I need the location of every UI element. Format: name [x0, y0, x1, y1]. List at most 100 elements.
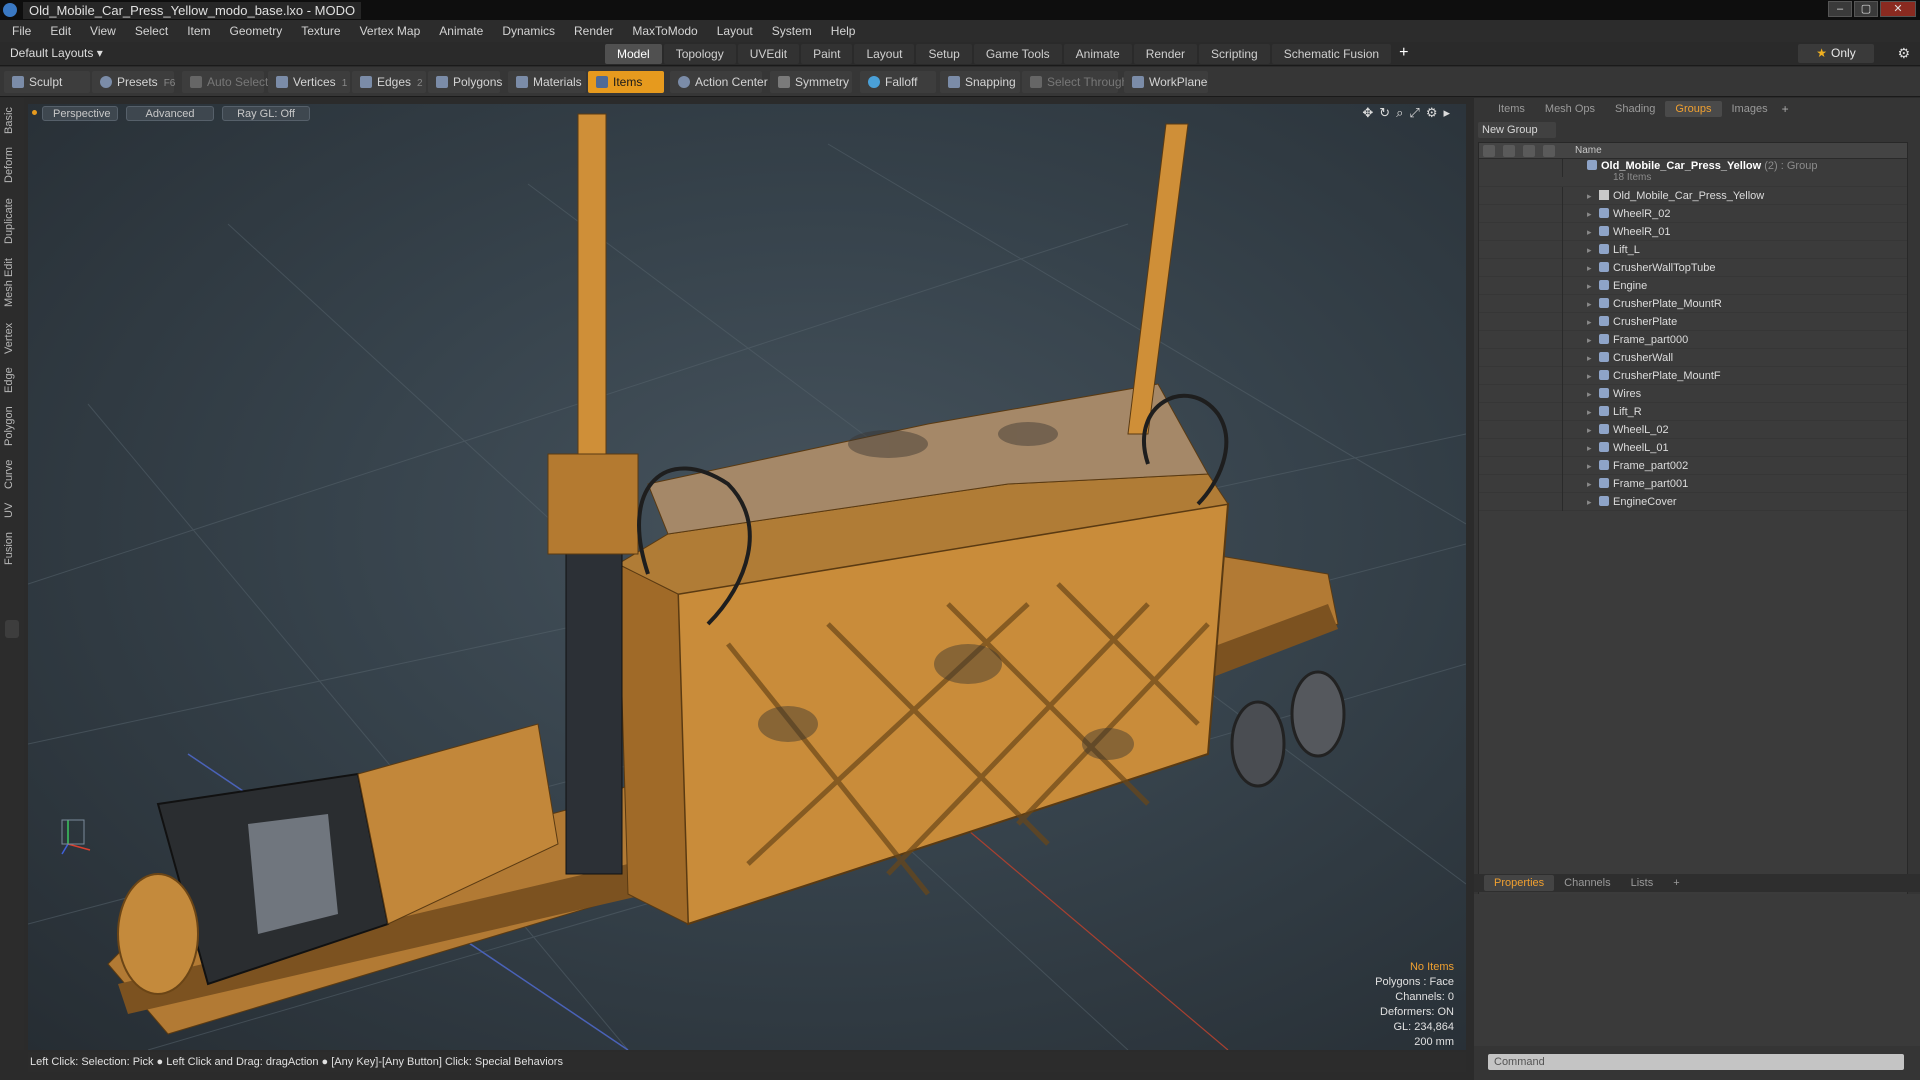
- expand-arrow-icon[interactable]: ▸: [1587, 349, 1592, 367]
- tab-uvedit[interactable]: UVEdit: [737, 44, 800, 64]
- list-item[interactable]: ▸ Frame_part002: [1479, 457, 1907, 475]
- expand-arrow-icon[interactable]: ▸: [1587, 475, 1592, 493]
- viewport-menu-dot-icon[interactable]: [32, 110, 37, 115]
- gear-icon[interactable]: ⚙: [1897, 45, 1910, 62]
- tab-render[interactable]: Render: [1133, 44, 1198, 64]
- expand-arrow-icon[interactable]: ▸: [1587, 241, 1592, 259]
- tab-animate[interactable]: Animate: [1063, 44, 1132, 64]
- auto-select-button[interactable]: Auto Select: [182, 71, 268, 93]
- tab-polygon[interactable]: Polygon: [3, 402, 21, 450]
- list-item[interactable]: ▸ WheelR_02: [1479, 205, 1907, 223]
- snapping-button[interactable]: Snapping: [940, 71, 1020, 93]
- expand-arrow-icon[interactable]: ▸: [1587, 457, 1592, 475]
- list-item[interactable]: ▸ Old_Mobile_Car_Press_Yellow: [1479, 187, 1907, 205]
- expand-arrow-icon[interactable]: ▸: [1587, 367, 1592, 385]
- rotate-icon[interactable]: ↻: [1379, 105, 1390, 121]
- tab-edge[interactable]: Edge: [3, 364, 21, 396]
- tab-setup[interactable]: Setup: [916, 44, 972, 64]
- tab-channels[interactable]: Channels: [1554, 875, 1620, 891]
- maximize-button[interactable]: ▢: [1854, 1, 1878, 17]
- menu-edit[interactable]: Edit: [50, 24, 71, 38]
- expand-arrow-icon[interactable]: ▸: [1587, 403, 1592, 421]
- action-center-button[interactable]: Action Center: [670, 71, 768, 93]
- list-item[interactable]: ▸ CrusherPlate_MountF: [1479, 367, 1907, 385]
- close-button[interactable]: ✕: [1880, 1, 1916, 17]
- expand-arrow-icon[interactable]: ▸: [1587, 331, 1592, 349]
- tab-items[interactable]: Items: [1488, 101, 1535, 117]
- menu-select[interactable]: Select: [135, 24, 168, 38]
- falloff-button[interactable]: Falloff: [860, 71, 936, 93]
- menu-vertex-map[interactable]: Vertex Map: [360, 24, 421, 38]
- tab-topology[interactable]: Topology: [663, 44, 736, 64]
- edges-button[interactable]: Edges 2: [352, 71, 426, 93]
- tab-shading[interactable]: Shading: [1605, 101, 1665, 117]
- tab-vertex[interactable]: Vertex: [3, 318, 21, 358]
- expand-arrow-icon[interactable]: ▸: [1587, 277, 1592, 295]
- menu-view[interactable]: View: [90, 24, 116, 38]
- tab-mesh-edit[interactable]: Mesh Edit: [3, 256, 21, 310]
- menu-help[interactable]: Help: [831, 24, 856, 38]
- command-input[interactable]: Command: [1488, 1054, 1904, 1070]
- list-item[interactable]: ▸ Frame_part000: [1479, 331, 1907, 349]
- tab-schematic-fusion[interactable]: Schematic Fusion: [1271, 44, 1392, 64]
- expand-arrow-icon[interactable]: ▸: [1587, 295, 1592, 313]
- expand-arrow-icon[interactable]: ▸: [1587, 223, 1592, 241]
- presets-button[interactable]: Presets F6: [92, 71, 175, 93]
- tab-lists[interactable]: Lists: [1621, 875, 1664, 891]
- list-item[interactable]: ▸ Lift_L: [1479, 241, 1907, 259]
- add-tab-icon[interactable]: +: [1782, 102, 1789, 116]
- add-tab-icon[interactable]: +: [1663, 875, 1689, 891]
- menu-system[interactable]: System: [772, 24, 812, 38]
- fit-icon[interactable]: ⤢: [1409, 105, 1419, 121]
- zoom-icon[interactable]: ⌕: [1396, 105, 1403, 121]
- list-item[interactable]: ▸ CrusherWallTopTube: [1479, 259, 1907, 277]
- shading-mode-dropdown[interactable]: Advanced: [126, 106, 214, 121]
- workplane-button[interactable]: WorkPlane: [1124, 71, 1208, 93]
- group-root-row[interactable]: Old_Mobile_Car_Press_Yellow (2) : Group …: [1479, 159, 1907, 187]
- menu-layout[interactable]: Layout: [717, 24, 753, 38]
- minimize-button[interactable]: –: [1828, 1, 1852, 17]
- list-item[interactable]: ▸ EngineCover: [1479, 493, 1907, 511]
- panel-toggle[interactable]: [5, 620, 19, 638]
- list-item[interactable]: ▸ CrusherPlate_MountR: [1479, 295, 1907, 313]
- tab-properties[interactable]: Properties: [1484, 875, 1555, 891]
- select-through-button[interactable]: Select Through: [1022, 71, 1128, 93]
- tab-layout[interactable]: Layout: [854, 44, 915, 64]
- list-item[interactable]: ▸ Frame_part001: [1479, 475, 1907, 493]
- menu-maxtomodo[interactable]: MaxToModo: [632, 24, 697, 38]
- tab-images[interactable]: Images: [1722, 101, 1778, 117]
- tab-mesh-ops[interactable]: Mesh Ops: [1535, 101, 1605, 117]
- menu-render[interactable]: Render: [574, 24, 613, 38]
- sculpt-button[interactable]: Sculpt: [4, 71, 90, 93]
- list-item[interactable]: ▸ CrusherWall: [1479, 349, 1907, 367]
- tab-deform[interactable]: Deform: [3, 144, 21, 186]
- menu-dynamics[interactable]: Dynamics: [502, 24, 555, 38]
- viewport-settings-icon[interactable]: ⚙: [1426, 105, 1438, 121]
- expand-arrow-icon[interactable]: ▸: [1587, 493, 1592, 511]
- expand-arrow-icon[interactable]: ▸: [1587, 187, 1592, 205]
- tab-scripting[interactable]: Scripting: [1199, 44, 1270, 64]
- tab-game-tools[interactable]: Game Tools: [973, 44, 1062, 64]
- tab-duplicate[interactable]: Duplicate: [3, 194, 21, 248]
- list-item[interactable]: ▸ WheelL_02: [1479, 421, 1907, 439]
- raygl-toggle[interactable]: Ray GL: Off: [222, 106, 310, 121]
- tab-uv[interactable]: UV: [3, 498, 21, 522]
- tab-basic[interactable]: Basic: [3, 104, 21, 138]
- tab-groups[interactable]: Groups: [1665, 101, 1722, 117]
- list-item[interactable]: ▸ Wires: [1479, 385, 1907, 403]
- expand-arrow-icon[interactable]: ▸: [1587, 259, 1592, 277]
- view-mode-dropdown[interactable]: Perspective: [42, 106, 118, 121]
- tab-curve[interactable]: Curve: [3, 456, 21, 492]
- tab-paint[interactable]: Paint: [801, 44, 853, 64]
- expand-arrow-icon[interactable]: ▸: [1443, 105, 1450, 121]
- list-item[interactable]: ▸ WheelR_01: [1479, 223, 1907, 241]
- add-layout-icon[interactable]: +: [1399, 44, 1408, 64]
- polygons-button[interactable]: Polygons: [428, 71, 502, 93]
- new-group-button[interactable]: New Group: [1478, 122, 1556, 138]
- expand-arrow-icon[interactable]: ▸: [1587, 385, 1592, 403]
- menu-geometry[interactable]: Geometry: [230, 24, 283, 38]
- menu-texture[interactable]: Texture: [301, 24, 340, 38]
- list-item[interactable]: ▸ Engine: [1479, 277, 1907, 295]
- pan-icon[interactable]: ✥: [1362, 105, 1373, 121]
- expand-arrow-icon[interactable]: ▸: [1587, 313, 1592, 331]
